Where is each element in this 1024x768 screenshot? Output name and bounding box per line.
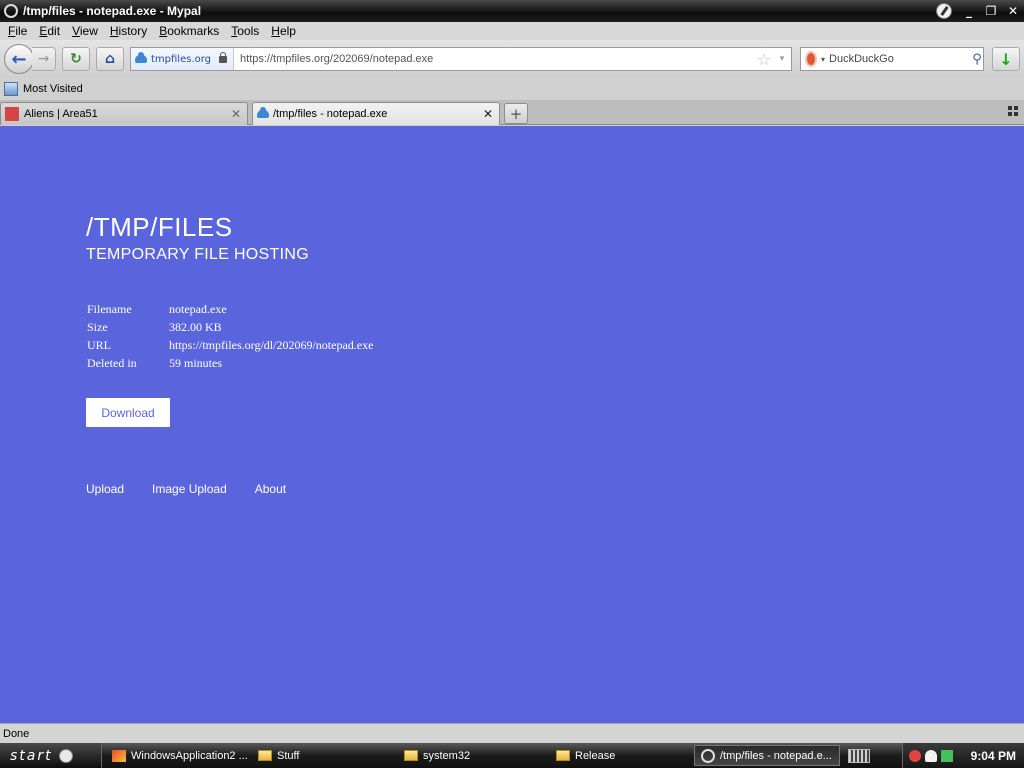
site-identity-button[interactable]: tmpfiles.org (131, 48, 235, 70)
bookmark-most-visited[interactable]: Most Visited (23, 83, 83, 95)
taskbar-item-label: WindowsApplication2 ... (131, 749, 248, 762)
info-row-deleted-in: Deleted in 59 minutes (87, 354, 373, 372)
page-content: /TMP/FILES TEMPORARY FILE HOSTING Filena… (0, 126, 1024, 723)
info-value: 59 minutes (169, 355, 222, 370)
title-bar: /tmp/files - notepad.exe - Mypal _ ❐ ✕ (0, 0, 1024, 22)
taskbar-item-label: Release (575, 749, 616, 762)
ghost-icon[interactable] (924, 749, 937, 762)
info-key: Filename (87, 301, 132, 316)
downloads-button[interactable]: ↓ (992, 47, 1020, 71)
tab-tmpfiles[interactable]: /tmp/files - notepad.exe ✕ (252, 102, 500, 125)
network-icon[interactable] (940, 749, 953, 762)
info-row-filename: Filename notepad.exe (87, 300, 373, 318)
search-input[interactable] (829, 53, 972, 65)
restore-button[interactable]: ❐ (980, 2, 1002, 20)
folder-icon (258, 750, 272, 761)
tab-aliens-area51[interactable]: Aliens | Area51 ✕ (0, 102, 248, 125)
info-value: https://tmpfiles.org/dl/202069/notepad.e… (169, 337, 374, 352)
close-tab-icon[interactable]: ✕ (231, 107, 241, 121)
menu-tools[interactable]: Tools (225, 24, 265, 38)
info-value: notepad.exe (169, 301, 227, 316)
start-label: start (10, 747, 53, 764)
bookmarks-toolbar: Most Visited (0, 78, 1024, 100)
url-text[interactable]: https://tmpfiles.org/202069/notepad.exe (234, 53, 755, 65)
about-link[interactable]: About (255, 482, 286, 496)
clock[interactable]: 9:04 PM (971, 749, 1016, 763)
most-visited-icon (4, 82, 18, 96)
info-row-url: URL https://tmpfiles.org/dl/202069/notep… (87, 336, 373, 354)
search-bar: ▾ ⚲ (800, 47, 984, 71)
cloud-icon (135, 52, 147, 63)
search-engine-dropdown-icon[interactable]: ▾ (821, 55, 825, 64)
menu-bookmarks[interactable]: Bookmarks (153, 24, 225, 38)
search-icon[interactable]: ⚲ (971, 52, 983, 67)
folder-icon (556, 750, 570, 761)
image-upload-link[interactable]: Image Upload (152, 482, 227, 496)
taskbar-item-mypal[interactable]: /tmp/files - notepad.e... (694, 745, 840, 766)
mypal-app-icon[interactable] (4, 4, 18, 18)
area51-favicon-icon (5, 107, 19, 121)
mypal-logo-icon[interactable] (936, 3, 952, 19)
system-tray: 9:04 PM (901, 743, 1024, 768)
taskbar-item-label: system32 (423, 749, 471, 762)
download-button[interactable]: Download (86, 398, 170, 427)
lock-icon (219, 51, 228, 63)
keyboard-icon[interactable] (848, 748, 870, 763)
close-window-button[interactable]: ✕ (1002, 2, 1024, 20)
site-title: /TMP/FILES (86, 212, 233, 242)
duckduckgo-icon[interactable] (805, 51, 817, 67)
menu-history[interactable]: History (104, 24, 153, 38)
menu-file[interactable]: File (2, 24, 33, 38)
taskbar-item-label: Stuff (277, 749, 300, 762)
info-key: Size (87, 319, 108, 334)
footer-links: Upload Image Upload About (86, 482, 314, 496)
info-row-size: Size 382.00 KB (87, 318, 373, 336)
forward-button[interactable]: → (32, 47, 56, 71)
taskbar-item-release[interactable]: Release (550, 745, 690, 766)
mypal-icon (701, 748, 715, 763)
taskbar-item-stuff[interactable]: Stuff (252, 745, 394, 766)
info-value: 382.00 KB (169, 319, 222, 334)
taskbar-item-windowsapplication2[interactable]: WindowsApplication2 ... (106, 745, 248, 766)
navigation-toolbar: ← → ↻ ⌂ tmpfiles.org https://tmpfiles.or… (0, 40, 1024, 78)
back-button[interactable]: ← (4, 44, 34, 74)
site-subtitle: TEMPORARY FILE HOSTING (86, 246, 309, 263)
visual-studio-icon (112, 749, 126, 762)
upload-link[interactable]: Upload (86, 482, 124, 496)
tray-app-icon[interactable] (908, 749, 921, 762)
address-bar[interactable]: tmpfiles.org https://tmpfiles.org/202069… (130, 47, 792, 71)
close-tab-icon[interactable]: ✕ (483, 107, 493, 121)
status-bar: Done (0, 723, 1024, 743)
list-all-tabs-icon[interactable] (1008, 106, 1018, 116)
start-button[interactable]: start (0, 743, 102, 768)
home-button[interactable]: ⌂ (96, 47, 124, 71)
menu-bar: File Edit View History Bookmarks Tools H… (0, 22, 1024, 40)
tab-label: Aliens | Area51 (24, 108, 98, 120)
minimize-button[interactable]: _ (958, 2, 980, 20)
tab-label: /tmp/files - notepad.exe (273, 108, 388, 120)
tab-strip: Aliens | Area51 ✕ /tmp/files - notepad.e… (0, 100, 1024, 125)
window-title: /tmp/files - notepad.exe - Mypal (23, 4, 202, 18)
taskbar-item-label: /tmp/files - notepad.e... (720, 749, 832, 762)
cloud-favicon-icon (257, 107, 269, 118)
menu-help[interactable]: Help (265, 24, 302, 38)
menu-view[interactable]: View (66, 24, 104, 38)
info-key: URL (87, 337, 111, 352)
taskbar: start WindowsApplication2 ... Stuff syst… (0, 743, 1024, 768)
info-key: Deleted in (87, 355, 137, 370)
url-history-dropdown-icon[interactable]: ▾ (773, 54, 791, 64)
taskbar-item-system32[interactable]: system32 (398, 745, 546, 766)
file-info-table: Filename notepad.exe Size 382.00 KB URL … (87, 300, 373, 372)
site-identity-label: tmpfiles.org (151, 53, 212, 65)
new-tab-button[interactable]: + (504, 103, 528, 124)
menu-edit[interactable]: Edit (33, 24, 66, 38)
status-text: Done (3, 727, 30, 740)
reload-button[interactable]: ↻ (62, 47, 90, 71)
bookmark-star-icon[interactable]: ☆ (755, 50, 773, 69)
start-logo-icon (58, 748, 73, 763)
folder-icon (404, 750, 418, 761)
